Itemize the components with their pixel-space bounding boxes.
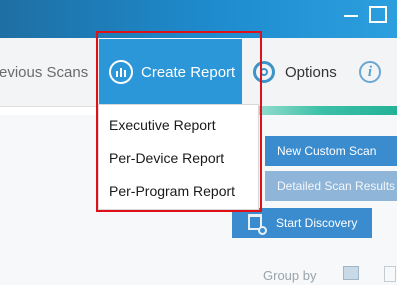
gear-icon	[253, 61, 275, 83]
create-report-menu: Executive Report Per-Device Report Per-P…	[98, 104, 259, 210]
maximize-icon[interactable]	[366, 3, 388, 25]
previous-scans-button[interactable]: revious Scans	[0, 38, 88, 106]
create-report-label: Create Report	[141, 63, 236, 81]
new-custom-scan-button[interactable]: New Custom Scan	[265, 136, 397, 166]
toolbar: revious Scans Create Report Options i	[0, 38, 397, 107]
minimize-icon[interactable]	[340, 3, 362, 25]
start-discovery-button[interactable]: Start Discovery	[232, 208, 372, 238]
toolbar-accent-strip	[245, 106, 397, 115]
detailed-scan-results-button[interactable]: Detailed Scan Results	[265, 171, 397, 201]
group-list-icon[interactable]	[384, 266, 396, 282]
create-report-button[interactable]: Create Report	[99, 39, 242, 105]
group-view-icon[interactable]	[343, 266, 359, 280]
report-chart-icon	[109, 60, 133, 84]
discovery-icon	[248, 214, 267, 235]
menu-item-per-device-report[interactable]: Per-Device Report	[109, 150, 224, 166]
start-discovery-label: Start Discovery	[276, 216, 358, 230]
info-icon: i	[359, 61, 381, 83]
menu-item-executive-report[interactable]: Executive Report	[109, 117, 216, 133]
previous-scans-label: revious Scans	[0, 63, 89, 81]
window-title-bar	[0, 0, 397, 38]
options-button[interactable]: Options	[253, 38, 337, 106]
info-button[interactable]: i	[359, 38, 381, 106]
options-label: Options	[285, 63, 337, 81]
group-by-label: Group by	[263, 268, 317, 283]
menu-item-per-program-report[interactable]: Per-Program Report	[109, 183, 235, 199]
